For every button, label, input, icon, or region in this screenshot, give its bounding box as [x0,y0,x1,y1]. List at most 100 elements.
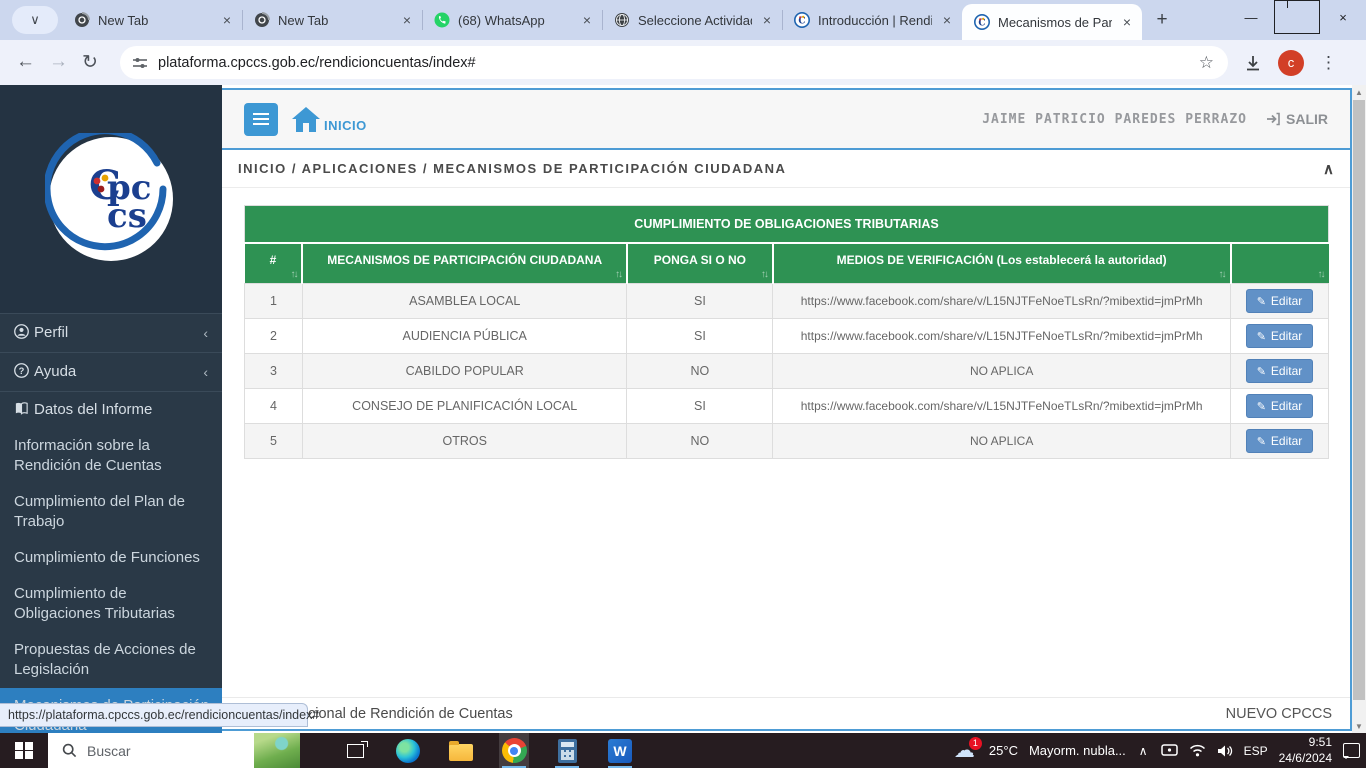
new-tab-button[interactable]: + [1148,6,1176,34]
minimize-icon: — [1228,0,1274,34]
sidebar-item[interactable]: ?Ayuda‹ [0,352,222,392]
browser-tab[interactable]: New Tab × [242,0,422,40]
start-button[interactable] [0,733,48,768]
edit-button[interactable]: ✎Editar [1246,429,1314,453]
tray-expand-icon[interactable]: ∧ [1137,744,1150,758]
sidebar-item[interactable]: Datos del Informe [0,392,222,428]
window-controls: — × [1228,0,1366,40]
column-header[interactable]: MEDIOS DE VERIFICACIÓN (Los establecerá … [773,243,1231,284]
medio-verificacion-cell: https://www.facebook.com/share/v/L15NJTF… [773,389,1231,424]
tab-close-icon[interactable]: × [1120,14,1134,30]
chevron-left-icon: ‹ [203,323,208,343]
sort-icon[interactable]: ↑↓ [615,269,621,280]
minimize-button[interactable]: — [1228,0,1274,34]
download-icon[interactable] [1244,54,1262,72]
logout-button[interactable]: SALIR [1265,111,1328,127]
browser-tab[interactable]: New Tab× [62,0,242,40]
sidebar-item[interactable]: Propuestas de Acciones de Legislación [0,632,222,688]
tab-title: Mecanismos de Parti [998,15,1112,30]
hamburger-menu-button[interactable] [244,103,278,136]
word-taskbar-button[interactable]: W [605,733,635,768]
tab-search-button[interactable]: ∨ [12,6,58,34]
sort-icon[interactable]: ↑↓ [290,269,296,280]
url-text[interactable]: plataforma.cpccs.gob.ec/rendicioncuentas… [158,55,1199,71]
site-info-icon[interactable] [132,55,148,71]
edit-button[interactable]: ✎Editar [1246,289,1314,313]
browser-tab[interactable]: Seleccione Actividad× [602,0,782,40]
browser-menu-icon[interactable]: ⋮ [1320,53,1337,73]
scrollbar-thumb[interactable] [1353,100,1365,700]
edit-button[interactable]: ✎Editar [1246,394,1314,418]
sort-icon[interactable]: ↑↓ [761,269,767,280]
medio-verificacion-cell: NO APLICA [773,354,1231,389]
sort-icon[interactable]: ↑↓ [1318,269,1324,280]
restore-button[interactable] [1274,0,1320,34]
volume-icon[interactable] [1217,744,1233,758]
scroll-down-icon[interactable]: ▼ [1352,719,1366,733]
edge-taskbar-button[interactable] [393,733,423,768]
forward-button[interactable]: → [49,51,68,74]
sidebar: C pc cs Perfil‹?Ayuda‹Datos del InformeI… [0,85,222,700]
edit-button[interactable]: ✎Editar [1246,324,1314,348]
chrome-taskbar-button[interactable] [499,733,529,768]
globe-icon [614,12,630,28]
profile-avatar[interactable]: c [1278,50,1304,76]
sidebar-item[interactable]: Cumplimiento del Plan de Trabajo [0,484,222,540]
table-row: 1ASAMBLEA LOCALSIhttps://www.facebook.co… [245,284,1329,319]
tab-title: New Tab [278,13,392,28]
scroll-up-icon[interactable]: ▲ [1352,85,1366,99]
sidebar-item-label: Datos del Informe [34,401,152,418]
table-row: 2AUDIENCIA PÚBLICASIhttps://www.facebook… [245,319,1329,354]
bookmark-star-icon[interactable]: ☆ [1199,53,1216,73]
column-header[interactable]: MECANISMOS DE PARTICIPACIÓN CIUDADANA ↑↓ [302,243,627,284]
edit-button[interactable]: ✎Editar [1246,359,1314,383]
browser-tab[interactable]: (68) WhatsApp× [422,0,602,40]
sort-icon[interactable]: ↑↓ [1219,269,1225,280]
sidebar-item[interactable]: Perfil‹ [0,313,222,352]
task-view-button[interactable] [340,733,370,768]
weather-condition[interactable]: Mayorm. nubla... [1029,743,1126,758]
action-center-icon[interactable] [1343,743,1360,758]
tab-close-icon[interactable]: × [940,12,954,28]
temperature[interactable]: 25°C [989,743,1018,758]
language-indicator[interactable]: ESP [1244,744,1268,758]
taskbar-search[interactable]: Buscar [48,733,300,768]
address-bar[interactable]: plataforma.cpccs.gob.ec/rendicioncuentas… [120,46,1228,79]
calculator-taskbar-button[interactable] [552,733,582,768]
meet-now-icon[interactable] [1161,744,1178,758]
sidebar-item[interactable]: Información sobre la Rendición de Cuenta… [0,428,222,484]
column-header[interactable]: #↑↓ [245,243,303,284]
book-icon [14,400,34,420]
tab-close-icon[interactable]: × [760,12,774,28]
tab-close-icon[interactable]: × [580,12,594,28]
browser-tab[interactable]: CIntroducción | Rendic× [782,0,962,40]
logout-icon [1265,112,1281,126]
browser-tab[interactable]: CMecanismos de Parti× [962,4,1142,40]
file-explorer-button[interactable] [446,733,476,768]
si-no-cell: SI [627,389,773,424]
close-button[interactable]: × [1320,0,1366,34]
home-icon [290,105,322,133]
page-scrollbar[interactable]: ▲ ▼ [1352,85,1366,733]
sidebar-item[interactable]: Cumplimiento de Funciones [0,540,222,576]
tab-close-icon[interactable]: × [220,12,234,28]
column-header[interactable]: ↑↓ [1231,243,1329,284]
app-header: INICIO JAIME PATRICIO PAREDES PERRAZO SA… [222,90,1350,150]
edit-icon: ✎ [1257,365,1266,378]
column-header[interactable]: PONGA SI O NO↑↓ [627,243,773,284]
column-label: MECANISMOS DE PARTICIPACIÓN CIUDADANA [327,253,602,267]
collapse-panel-button[interactable]: ∧ [1323,160,1334,178]
weather-button[interactable]: ☁ 1 [954,740,978,762]
reload-button[interactable]: ↻ [82,51,98,74]
task-view-icon [347,744,364,758]
breadcrumb: INICIO / APLICACIONES / MECANISMOS DE PA… [238,161,786,176]
search-highlight-image[interactable] [254,733,300,768]
wifi-icon[interactable] [1189,744,1206,757]
clock[interactable]: 9:51 24/6/2024 [1279,735,1332,766]
back-button[interactable]: ← [16,51,35,74]
cpccs-icon: C [794,12,810,28]
si-no-cell: NO [627,424,773,459]
tab-close-icon[interactable]: × [400,12,414,28]
home-link[interactable]: INICIO [290,105,367,133]
sidebar-item[interactable]: Cumplimiento de Obligaciones Tributarias [0,576,222,632]
